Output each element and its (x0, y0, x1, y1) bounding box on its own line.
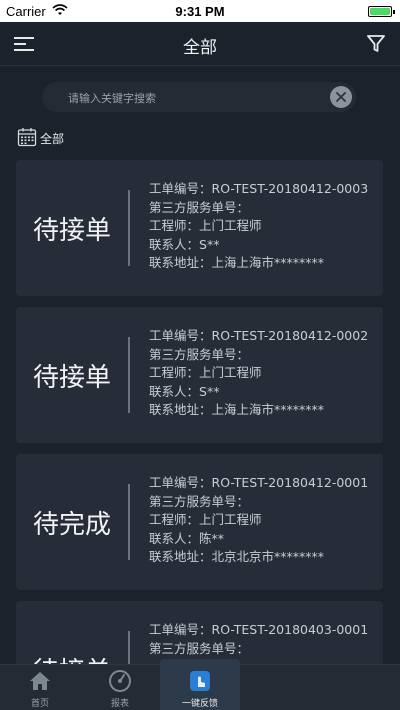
clear-search-button[interactable] (330, 86, 352, 108)
tab-label: 报表 (110, 699, 129, 709)
work-order-card[interactable]: 待接单 工单编号：RO-TEST-20180412-0002 第三方服务单号： … (16, 307, 383, 443)
order-details: 工单编号：RO-TEST-20180403-0001 第三方服务单号： (149, 621, 379, 658)
work-order-card[interactable]: 待接单 工单编号：RO-TEST-20180412-0003 第三方服务单号： … (16, 160, 383, 296)
card-divider (128, 190, 130, 266)
order-no-label: 工单编号： (149, 475, 212, 490)
third-party-label: 第三方服务单号： (149, 493, 250, 509)
contact-address: 上海上海市******** (211, 402, 325, 417)
touch-icon (190, 671, 210, 691)
contact-label: 联系人： (149, 383, 200, 399)
engineer-label: 工程师： (149, 365, 200, 380)
tab-label: 首页 (30, 699, 49, 709)
status-bar: Carrier 9:31 PM (0, 0, 400, 22)
search-input[interactable]: 请输入关键字搜索 (42, 82, 356, 112)
address-label: 联系地址： (149, 255, 212, 270)
card-divider (128, 484, 130, 560)
order-no-label: 工单编号： (149, 328, 212, 343)
close-icon (336, 92, 346, 102)
order-no: RO-TEST-20180412-0001 (211, 475, 369, 490)
order-status: 待接单 (32, 216, 111, 246)
order-details: 工单编号：RO-TEST-20180412-0002 第三方服务单号： 工程师：… (149, 327, 379, 420)
order-no-label: 工单编号： (149, 181, 212, 196)
work-order-card[interactable]: 待完成 工单编号：RO-TEST-20180412-0001 第三方服务单号： … (16, 454, 383, 590)
order-details: 工单编号：RO-TEST-20180412-0001 第三方服务单号： 工程师：… (149, 474, 379, 567)
order-status: 待接单 (32, 363, 111, 393)
address-label: 联系地址： (149, 549, 212, 564)
navigation-bar: 全部 (0, 22, 400, 66)
calendar-icon (17, 128, 37, 147)
filter-label: 全部 (40, 132, 65, 146)
home-icon (30, 672, 50, 690)
engineer-label: 工程师： (149, 512, 200, 527)
order-no: RO-TEST-20180403-0001 (211, 622, 369, 637)
order-no: RO-TEST-20180412-0003 (211, 181, 369, 196)
gauge-icon (109, 670, 131, 692)
tab-reports[interactable]: 报表 (80, 665, 160, 710)
contact-name: S** (199, 383, 220, 399)
tab-home[interactable]: 首页 (0, 665, 80, 710)
order-status: 待完成 (32, 510, 111, 540)
search-placeholder: 请输入关键字搜索 (68, 92, 156, 105)
engineer-name: 上门工程师 (199, 218, 262, 233)
contact-name: 陈** (199, 530, 225, 546)
contact-name: S** (199, 236, 220, 252)
engineer-name: 上门工程师 (199, 365, 262, 380)
address-label: 联系地址： (149, 402, 212, 417)
page-title: 全部 (183, 38, 217, 58)
third-party-label: 第三方服务单号： (149, 199, 250, 215)
contact-label: 联系人： (149, 530, 200, 546)
clock-time: 9:31 PM (175, 4, 225, 19)
tab-label: 一键反馈 (181, 699, 218, 709)
engineer-name: 上门工程师 (199, 512, 262, 527)
filter-icon[interactable] (366, 33, 386, 55)
card-divider (128, 337, 130, 413)
contact-address: 北京北京市******** (211, 549, 325, 564)
order-details: 工单编号：RO-TEST-20180412-0003 第三方服务单号： 工程师：… (149, 180, 379, 273)
third-party-label: 第三方服务单号： (149, 640, 250, 656)
third-party-label: 第三方服务单号： (149, 346, 250, 362)
order-no-label: 工单编号： (149, 622, 212, 637)
order-no: RO-TEST-20180412-0002 (211, 328, 369, 343)
tab-bar: 首页 报表 一键反馈 (0, 659, 400, 710)
contact-label: 联系人： (149, 236, 200, 252)
engineer-label: 工程师： (149, 218, 200, 233)
battery-icon (368, 6, 395, 17)
contact-address: 上海上海市******** (211, 255, 325, 270)
tab-feedback[interactable]: 一键反馈 (160, 659, 240, 710)
